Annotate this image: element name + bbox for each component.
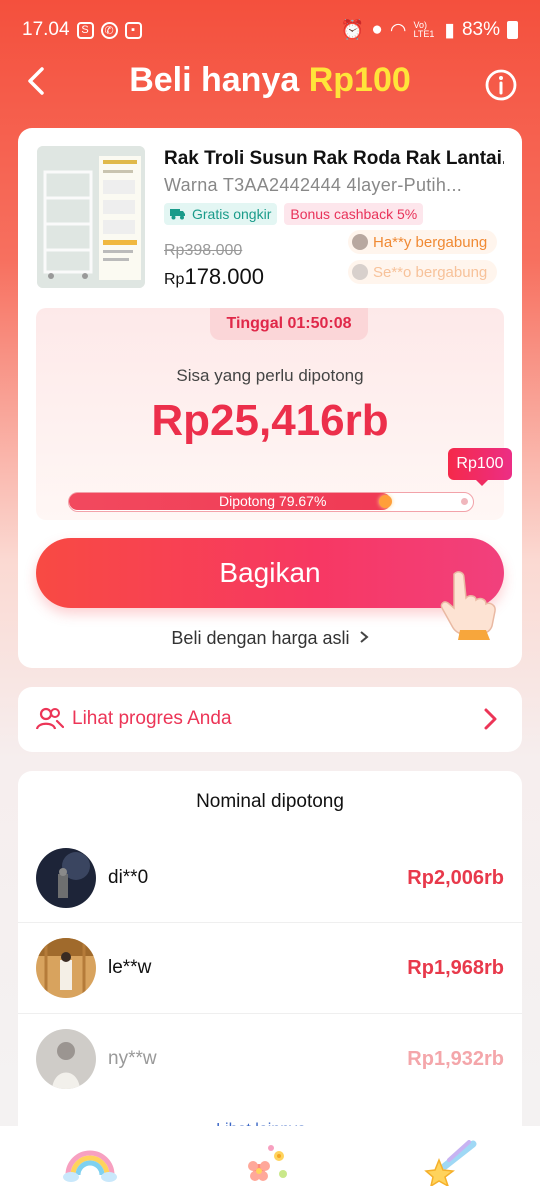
cut-progress-panel: Tinggal 01:50:08 Sisa yang perlu dipoton… [36, 308, 512, 520]
network-label: Vo) LTE1 [413, 20, 435, 39]
product-image[interactable] [37, 146, 145, 288]
avatar [352, 234, 368, 250]
progress-glow-dot [378, 495, 392, 508]
top-bar: Beli hanya Rp100 [0, 60, 540, 104]
product-variant: Warna T3AA2442444 4layer-Putih... [164, 175, 463, 195]
user-name: di**0 [108, 867, 149, 888]
wifi-icon: ◠ [389, 19, 407, 41]
original-price: Rp398.000 [164, 242, 243, 259]
goal-price-badge: Rp100 [448, 448, 512, 486]
nav-rainbow[interactable] [55, 1137, 125, 1189]
cut-list-title: Nominal dipotong [196, 791, 344, 812]
shop-notification-icon: S [76, 21, 94, 39]
cut-list-card: Nominal dipotong di**0 Rp2,006rb le**w R… [18, 771, 522, 1151]
bottom-nav [0, 1126, 540, 1200]
list-item: di**0 Rp2,006rb [18, 833, 522, 923]
info-icon [485, 69, 517, 101]
remaining-label: Sisa yang perlu dipotong [176, 366, 364, 385]
cashback-tag: Bonus cashback 5% [284, 203, 424, 225]
joiner-badge: Se**o bergabung [348, 260, 498, 284]
chevron-right-icon [484, 708, 497, 730]
current-price-value: 178.000 [184, 264, 264, 289]
free-shipping-label: Gratis ongkir [192, 206, 272, 222]
info-button[interactable] [484, 68, 518, 102]
nav-flowers[interactable] [235, 1137, 305, 1189]
product-tags: Gratis ongkir Bonus cashback 5% [164, 203, 424, 225]
cashback-label: Bonus cashback 5% [290, 206, 418, 222]
page-title-text: Beli hanya [129, 61, 300, 99]
view-progress-label: Lihat progres Anda [72, 708, 232, 729]
flowers-icon [248, 1145, 287, 1181]
page-title: Beli hanya Rp100 [0, 60, 540, 100]
product-thumbnail [37, 146, 145, 288]
avatar [36, 848, 96, 908]
battery-icon [507, 21, 518, 39]
progress-link-card[interactable]: Lihat progres Anda [18, 687, 522, 752]
avatar [36, 1029, 96, 1089]
lock-icon: ▪ [124, 21, 142, 39]
cut-progress-fill: Dipotong 79.67% [69, 493, 391, 510]
user-name: le**w [108, 957, 152, 978]
buy-original-label: Beli dengan harga asli [171, 628, 350, 648]
avatar [36, 938, 96, 998]
progress-end-dot [461, 498, 468, 505]
joiner-text: Ha**y bergabung [373, 233, 488, 251]
cut-progress-label: Dipotong 79.67% [219, 493, 327, 509]
currency-label: Rp [164, 271, 185, 288]
nav-shooting-star[interactable] [415, 1137, 485, 1189]
buy-original-link[interactable]: Beli dengan harga asli [18, 628, 522, 649]
status-time: 17.04 [22, 19, 70, 40]
remaining-amount: Rp25,416rb [151, 396, 389, 445]
chevron-right-icon [359, 631, 369, 643]
countdown-timer: Tinggal 01:50:08 [210, 308, 368, 340]
location-icon: ● [371, 19, 383, 40]
free-shipping-tag: Gratis ongkir [164, 203, 278, 225]
cut-amount: Rp1,932rb [407, 1047, 504, 1070]
battery-percent: 83% [461, 19, 500, 40]
rainbow-icon [63, 1150, 117, 1182]
current-price: Rp178.000 [164, 264, 264, 290]
user-name: ny**w [108, 1048, 157, 1069]
page-title-price: Rp100 [308, 61, 411, 99]
whatsapp-icon: ✆ [100, 21, 118, 39]
deal-card: Rak Troli Susun Rak Roda Rak Lantai... W… [18, 128, 522, 668]
status-bar: 17.04 S ✆ ▪ ⏰ ● ◠ Vo) LTE1 ▮ 83% [0, 0, 540, 60]
view-progress-link[interactable]: Lihat progres Anda [36, 707, 232, 731]
truck-icon [170, 209, 185, 220]
cut-amount: Rp2,006rb [407, 866, 504, 889]
people-icon [36, 707, 64, 730]
joiner-text: Se**o bergabung [373, 263, 488, 281]
avatar [352, 264, 368, 280]
list-item: le**w Rp1,968rb [18, 923, 522, 1013]
shooting-star-icon [424, 1140, 477, 1186]
cut-amount: Rp1,968rb [407, 956, 504, 979]
list-item: ny**w Rp1,932rb [18, 1014, 522, 1104]
alarm-icon: ⏰ [340, 20, 365, 41]
joiner-badge: Ha**y bergabung [348, 230, 498, 254]
signal-icon: ▮ [444, 19, 455, 41]
cut-progress-bar: Dipotong 79.67% [68, 492, 474, 512]
product-title[interactable]: Rak Troli Susun Rak Roda Rak Lantai... [164, 148, 504, 170]
